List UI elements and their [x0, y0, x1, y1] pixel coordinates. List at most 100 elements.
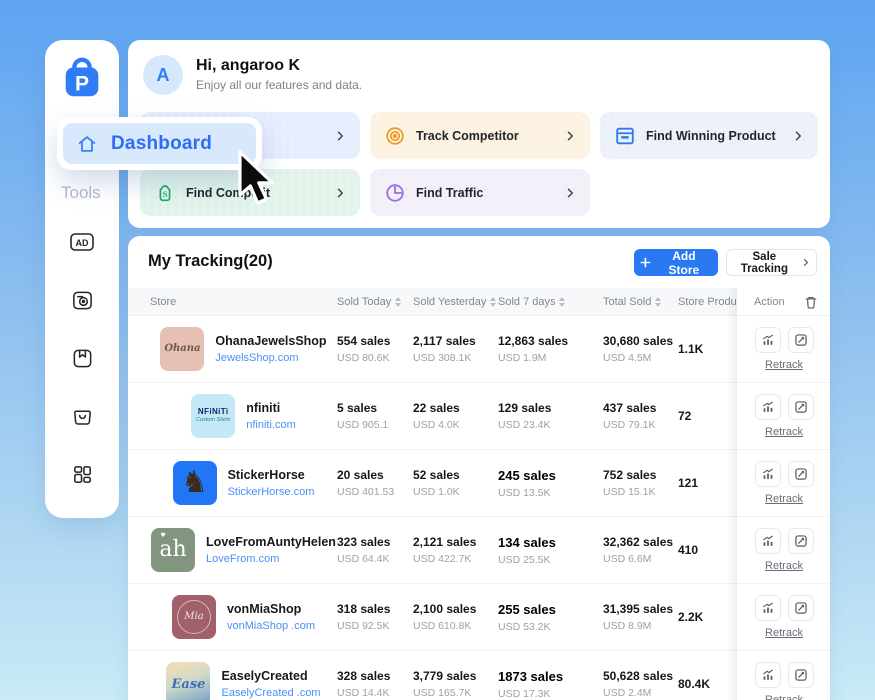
- chevron-right-icon: [334, 187, 346, 199]
- target-icon: [384, 125, 406, 147]
- tracking-table: Store Sold Today Sold Yesterday Sold 7 d…: [128, 288, 830, 700]
- table-header: Store Sold Today Sold Yesterday Sold 7 d…: [128, 288, 830, 316]
- total-sold-usd: USD 15.1K: [603, 486, 678, 498]
- retrack-link[interactable]: Retrack: [765, 560, 803, 572]
- sold-today-usd: USD 905.1: [337, 419, 413, 431]
- store-logo: Ease: [166, 662, 210, 700]
- edit-icon: [794, 534, 808, 548]
- tracking-title: My Tracking(20): [148, 252, 273, 271]
- delete-icon[interactable]: [804, 295, 818, 309]
- sales-chart-button[interactable]: [755, 528, 781, 554]
- total-sold-value: 752 sales: [603, 468, 678, 482]
- sold-today-usd: USD 401.53: [337, 486, 413, 498]
- store-name: EaselyCreated: [221, 669, 320, 683]
- retrack-link[interactable]: Retrack: [765, 359, 803, 371]
- retrack-link[interactable]: Retrack: [765, 694, 803, 700]
- sidebar-item-ads[interactable]: AD: [67, 229, 97, 255]
- edit-button[interactable]: [788, 394, 814, 420]
- sold-yesterday-value: 52 sales: [413, 468, 498, 482]
- sold-today-value: 20 sales: [337, 468, 413, 482]
- column-header-store-products[interactable]: Store Products: [678, 288, 737, 315]
- tools-label: Tools: [61, 183, 101, 203]
- sidebar-item-store[interactable]: [67, 403, 97, 429]
- edit-icon: [794, 668, 808, 682]
- app-logo[interactable]: P: [59, 55, 105, 101]
- store-domain-link[interactable]: LoveFrom.com: [206, 553, 336, 565]
- column-header-sold-today[interactable]: Sold Today: [337, 288, 413, 315]
- store-domain-link[interactable]: EaselyCreated .com: [221, 687, 320, 699]
- retrack-link[interactable]: Retrack: [765, 493, 803, 505]
- sold-7-days-value: 12,863 sales: [498, 334, 603, 348]
- store-name: vonMiaShop: [227, 602, 315, 616]
- shop-bag-s-icon: S: [154, 182, 176, 204]
- column-header-sold-7-days[interactable]: Sold 7 days: [498, 288, 603, 315]
- retrack-link[interactable]: Retrack: [765, 426, 803, 438]
- pie-chart-icon: [384, 182, 406, 204]
- sidebar-item-apps[interactable]: [67, 461, 97, 487]
- column-header-total-sold[interactable]: Total Sold: [603, 288, 678, 315]
- bar-chart-icon: [761, 601, 775, 615]
- sold-yesterday-value: 3,779 sales: [413, 669, 498, 683]
- retrack-link[interactable]: Retrack: [765, 627, 803, 639]
- sold-7-days-usd: USD 17.3K: [498, 688, 603, 700]
- sort-icon[interactable]: [490, 297, 496, 307]
- bar-chart-icon: [761, 467, 775, 481]
- total-sold-value: 437 sales: [603, 401, 678, 415]
- sort-icon[interactable]: [655, 297, 661, 307]
- sale-tracking-button[interactable]: Sale Tracking: [726, 249, 817, 276]
- sales-chart-button[interactable]: [755, 662, 781, 688]
- sold-yesterday-usd: USD 165.7K: [413, 687, 498, 699]
- sold-yesterday-value: 2,117 sales: [413, 334, 498, 348]
- sidebar-item-bookmark[interactable]: [67, 345, 97, 371]
- column-header-sold-yesterday[interactable]: Sold Yesterday: [413, 288, 498, 315]
- sold-yesterday-usd: USD 1.0K: [413, 486, 498, 498]
- total-sold-usd: USD 8.9M: [603, 620, 678, 632]
- store-domain-link[interactable]: vonMiaShop .com: [227, 620, 315, 632]
- sidebar-item-dashboard[interactable]: Dashboard: [57, 117, 262, 170]
- sort-icon[interactable]: [395, 297, 401, 307]
- dashboard-active-pill: Dashboard: [63, 123, 256, 164]
- sales-chart-button[interactable]: [755, 327, 781, 353]
- table-row: Mia vonMiaShop vonMiaShop .com 318 sales…: [128, 584, 830, 651]
- sales-chart-button[interactable]: [755, 461, 781, 487]
- my-tracking-card: My Tracking(20) Add Store Sale Tracking …: [128, 236, 830, 700]
- edit-icon: [794, 400, 808, 414]
- column-header-store[interactable]: Store: [128, 288, 337, 315]
- sales-chart-button[interactable]: [755, 394, 781, 420]
- sidebar-item-tracker[interactable]: [67, 287, 97, 313]
- store-domain-link[interactable]: JewelsShop.com: [215, 352, 326, 364]
- feature-card-find-traffic[interactable]: Find Traffic: [370, 169, 590, 216]
- edit-button[interactable]: [788, 595, 814, 621]
- edit-button[interactable]: [788, 461, 814, 487]
- sold-today-usd: USD 14.4K: [337, 687, 413, 699]
- ads-icon: AD: [69, 231, 95, 253]
- total-sold-usd: USD 79.1K: [603, 419, 678, 431]
- store-name: StickerHorse: [228, 468, 315, 482]
- feature-card-find-winning-product[interactable]: Find Winning Product: [600, 112, 818, 159]
- store-domain-link[interactable]: StickerHorse.com: [228, 486, 315, 498]
- dashboard-label: Dashboard: [111, 133, 212, 155]
- edit-button[interactable]: [788, 528, 814, 554]
- sold-today-value: 318 sales: [337, 602, 413, 616]
- edit-icon: [794, 467, 808, 481]
- sales-chart-button[interactable]: [755, 595, 781, 621]
- edit-button[interactable]: [788, 662, 814, 688]
- store-logo: ah: [151, 528, 195, 572]
- feature-card-find-competitor[interactable]: S Find Competit: [140, 169, 360, 216]
- store-name: nfiniti: [246, 401, 296, 415]
- add-store-button[interactable]: Add Store: [634, 249, 718, 276]
- sold-today-usd: USD 64.4K: [337, 553, 413, 565]
- feature-card-track-competitor[interactable]: Track Competitor: [370, 112, 590, 159]
- svg-text:AD: AD: [76, 238, 89, 248]
- total-sold-value: 31,395 sales: [603, 602, 678, 616]
- store-domain-link[interactable]: nfiniti.com: [246, 419, 296, 431]
- sort-icon[interactable]: [559, 297, 565, 307]
- table-row: ah LoveFromAuntyHelen LoveFrom.com 323 s…: [128, 517, 830, 584]
- edit-button[interactable]: [788, 327, 814, 353]
- svg-text:P: P: [75, 72, 89, 95]
- edit-icon: [794, 333, 808, 347]
- store-logo: Mia: [172, 595, 216, 639]
- apps-grid-icon: [71, 463, 94, 486]
- sold-yesterday-value: 2,100 sales: [413, 602, 498, 616]
- total-sold-usd: USD 6.6M: [603, 553, 678, 565]
